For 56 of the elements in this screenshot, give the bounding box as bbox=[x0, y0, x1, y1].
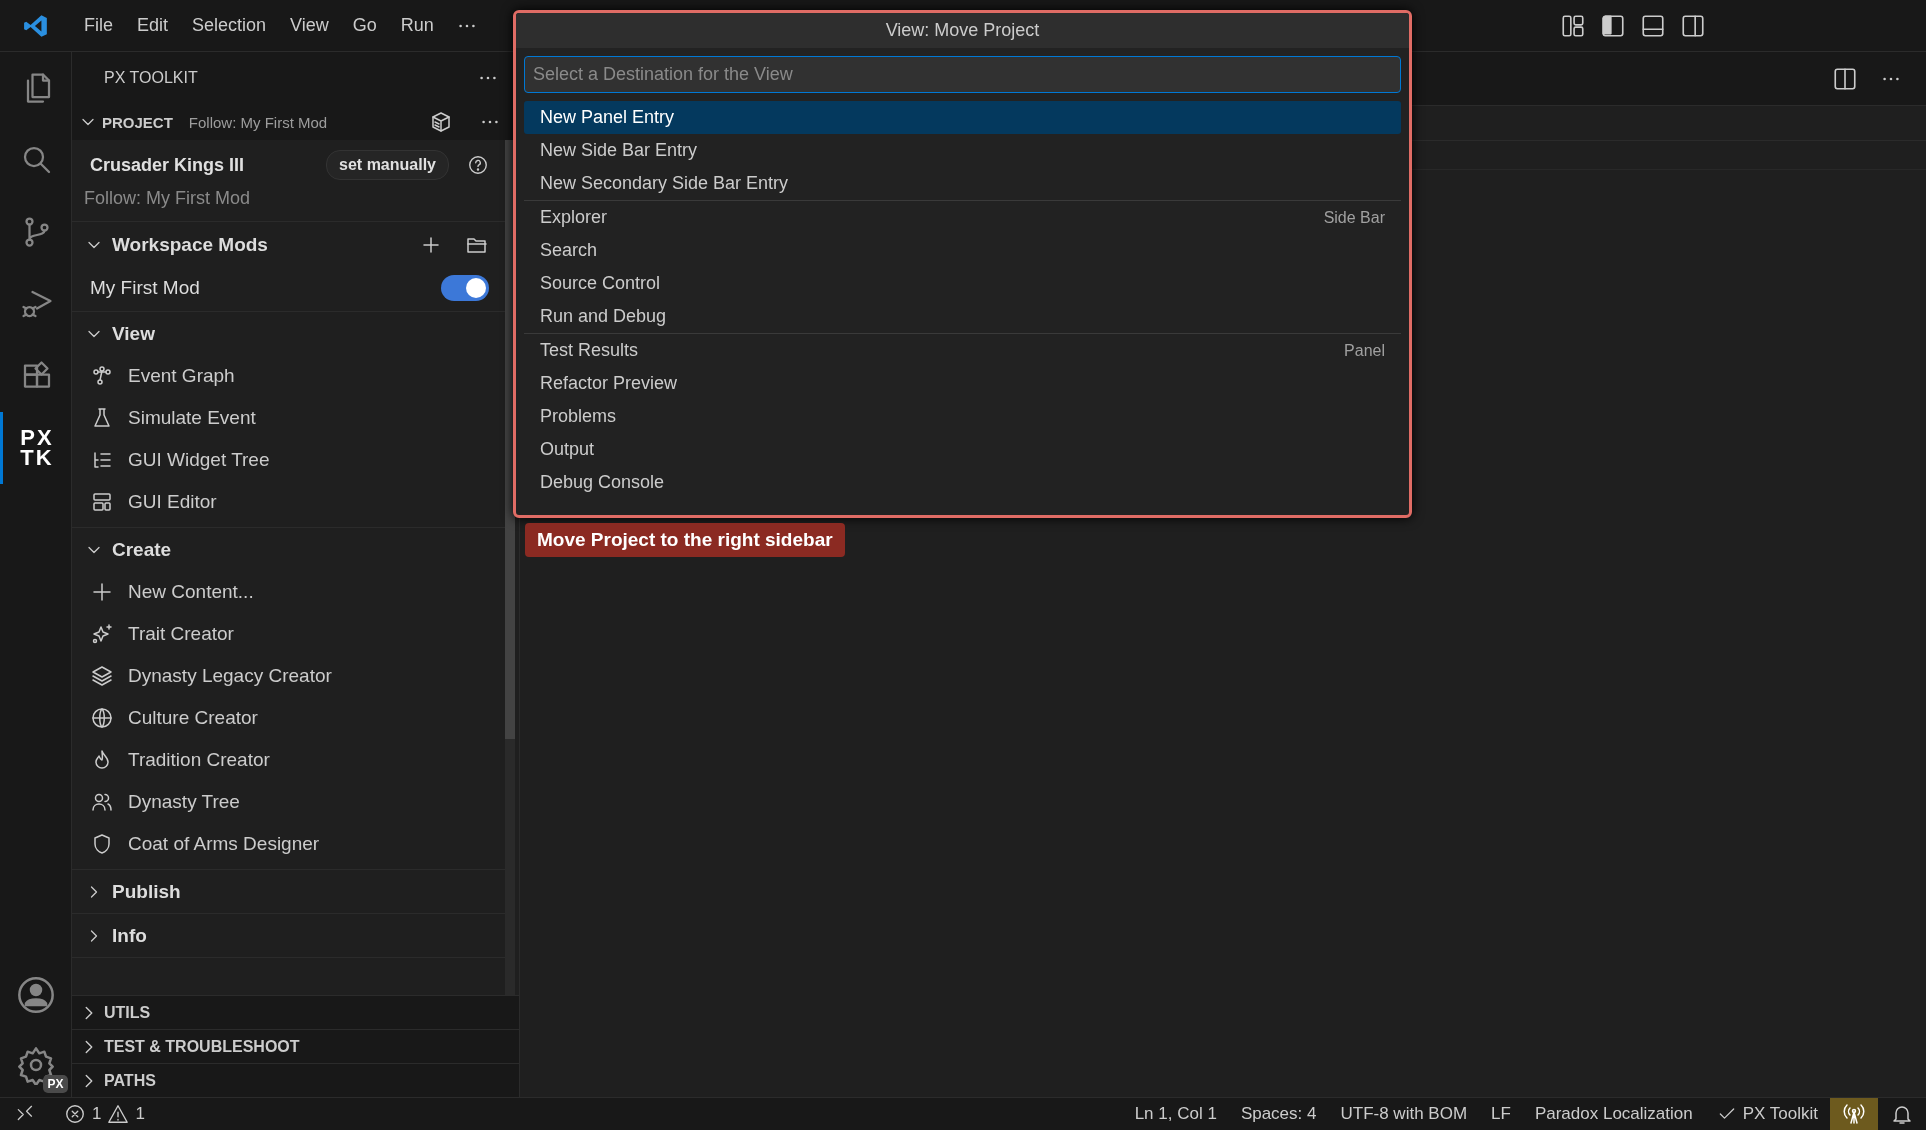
section-title[interactable]: PATHS bbox=[104, 1071, 156, 1090]
quick-pick-title: View: Move Project bbox=[516, 13, 1409, 48]
command-item[interactable]: Trait Creator bbox=[128, 623, 234, 645]
command-item[interactable]: Dynasty Legacy Creator bbox=[128, 665, 332, 687]
follow-status: Follow: My First Mod bbox=[72, 184, 505, 222]
menu-item[interactable]: Edit bbox=[125, 9, 181, 42]
menu-item[interactable]: Selection bbox=[180, 9, 279, 42]
command-item[interactable]: Simulate Event bbox=[128, 407, 256, 429]
status-item[interactable]: Ln 1, Col 1 bbox=[1122, 1104, 1229, 1124]
group-title[interactable]: Info bbox=[112, 925, 489, 947]
group-title[interactable]: Publish bbox=[112, 881, 489, 903]
group-title[interactable]: Workspace Mods bbox=[112, 234, 411, 256]
quick-pick-item[interactable]: Problems bbox=[540, 406, 1385, 427]
problems-indicator[interactable]: 1 1 bbox=[52, 1103, 157, 1125]
quick-pick-item[interactable]: New Secondary Side Bar Entry bbox=[540, 173, 1385, 194]
group-label: Side Bar bbox=[1323, 208, 1385, 227]
quick-pick-item[interactable]: Source Control bbox=[540, 273, 1385, 294]
command-item[interactable]: Dynasty Tree bbox=[128, 791, 240, 813]
mod-name: My First Mod bbox=[90, 277, 201, 299]
group-title[interactable]: View bbox=[112, 323, 489, 345]
section-title[interactable]: TEST & TROUBLESHOOT bbox=[104, 1037, 300, 1056]
section-title[interactable]: PROJECT bbox=[102, 113, 173, 131]
game-name: Crusader Kings III bbox=[90, 154, 246, 176]
menu-item[interactable]: Go bbox=[340, 9, 389, 42]
command-item[interactable]: GUI Widget Tree bbox=[128, 449, 270, 471]
status-item[interactable]: LF bbox=[1479, 1104, 1523, 1124]
menu-item[interactable]: Run bbox=[388, 9, 446, 42]
quick-pick-item[interactable]: Refactor Preview bbox=[540, 373, 1385, 394]
section-description: Follow: My First Mod bbox=[188, 113, 329, 131]
command-item[interactable]: GUI Editor bbox=[128, 491, 217, 513]
status-item[interactable]: PX Toolkit bbox=[1742, 1104, 1818, 1124]
menu-item[interactable]: File bbox=[72, 9, 125, 42]
status-item[interactable]: Paradox Localization bbox=[1522, 1104, 1705, 1124]
command-item[interactable]: New Content... bbox=[128, 581, 254, 603]
group-title[interactable]: Create bbox=[112, 539, 489, 561]
group-label: Panel bbox=[1344, 341, 1385, 360]
tooltip: Move Project to the right sidebar bbox=[525, 523, 845, 557]
command-item[interactable]: Event Graph bbox=[128, 365, 235, 387]
status-item[interactable]: UTF-8 with BOM bbox=[1328, 1104, 1480, 1124]
command-item[interactable]: Coat of Arms Designer bbox=[128, 833, 320, 855]
set-manually-button[interactable]: set manually bbox=[326, 150, 449, 180]
quick-pick-item[interactable]: Test Results bbox=[540, 340, 1345, 361]
quick-pick-item[interactable]: Explorer bbox=[540, 207, 1324, 228]
quick-pick-item[interactable]: Debug Console bbox=[540, 472, 1385, 493]
quick-pick-item[interactable]: Run and Debug bbox=[540, 306, 1385, 327]
status-item[interactable]: Spaces: 4 bbox=[1228, 1104, 1329, 1124]
section-title[interactable]: UTILS bbox=[104, 1003, 151, 1022]
command-item[interactable]: Culture Creator bbox=[128, 707, 258, 729]
menu-item[interactable]: View bbox=[278, 9, 341, 42]
quick-pick-item[interactable]: New Side Bar Entry bbox=[540, 140, 1385, 161]
settings-badge: PX bbox=[43, 1075, 68, 1093]
quick-pick-item[interactable]: Output bbox=[540, 439, 1385, 460]
command-item[interactable]: Tradition Creator bbox=[128, 749, 270, 771]
destination-input[interactable]: Select a Destination for the View bbox=[524, 56, 1401, 93]
sidebar-title: PX TOOLKIT bbox=[104, 69, 199, 87]
quick-pick-item[interactable]: Search bbox=[540, 240, 1385, 261]
